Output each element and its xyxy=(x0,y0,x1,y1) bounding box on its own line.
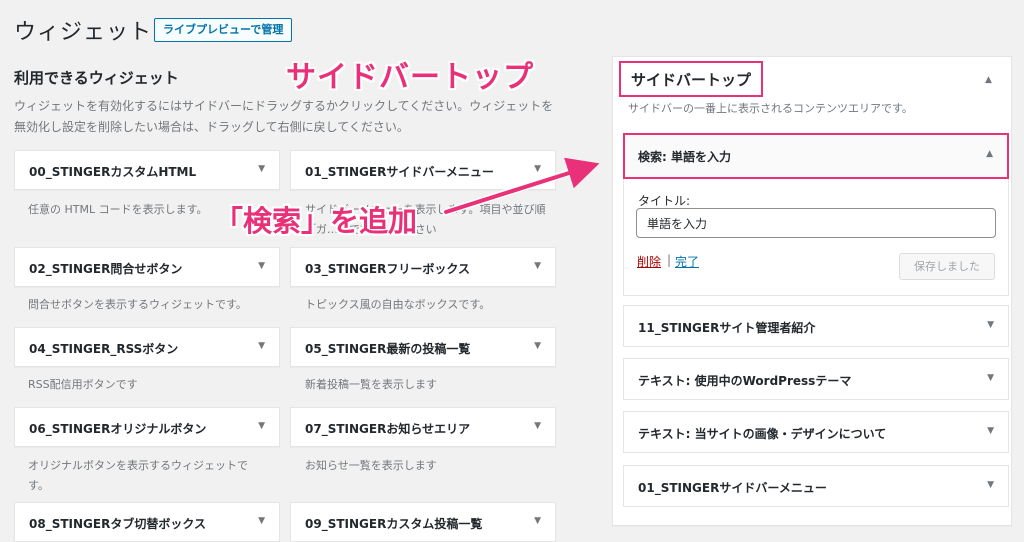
annotation-arrow-icon xyxy=(442,157,600,216)
sidebar-widget[interactable]: テキスト: 使用中のWordPressテーマ ▼ xyxy=(623,358,1009,400)
annotation-add-search: 「検索」を追加 xyxy=(214,204,418,238)
sidebar-description: サイドバーの一番上に表示されるコンテンツエリアです。 xyxy=(628,102,913,115)
sidebar-widget[interactable]: 11_STINGERサイト管理者紹介 ▼ xyxy=(623,305,1009,347)
search-widget-title: 検索: 単語を入力 xyxy=(638,150,731,164)
annotation-sidebar-top: サイドバートップ xyxy=(286,60,534,95)
title-field-label: タイトル: xyxy=(638,194,691,208)
triangle-down-icon[interactable]: ▼ xyxy=(987,320,994,330)
triangle-down-icon[interactable]: ▼ xyxy=(258,421,265,431)
widget-description: お知らせ一覧を表示します xyxy=(305,459,437,472)
sidebar-title[interactable]: サイドバートップ xyxy=(619,61,764,97)
available-widget[interactable]: 04_STINGER_RSSボタン ▼ xyxy=(14,327,280,367)
widget-title: テキスト: 使用中のWordPressテーマ xyxy=(638,374,852,388)
widget-description: オリジナルボタンを表示するウィジェットです。 xyxy=(28,459,248,492)
triangle-down-icon[interactable]: ▼ xyxy=(258,341,265,351)
widget-title: 04_STINGER_RSSボタン xyxy=(29,342,179,356)
available-widget[interactable]: 05_STINGER最新の投稿一覧 ▼ xyxy=(290,327,556,367)
available-widgets-description: ウィジェットを有効化するにはサイドバーにドラッグするかクリックしてください。ウィ… xyxy=(14,99,554,134)
live-preview-button[interactable]: ライブプレビューで管理 xyxy=(154,18,293,42)
widget-title: 03_STINGERフリーボックス xyxy=(305,262,470,276)
triangle-down-icon[interactable]: ▼ xyxy=(534,261,541,271)
sidebar-widget[interactable]: 01_STINGERサイドバーメニュー ▼ xyxy=(623,465,1009,507)
widget-title: 00_STINGERカスタムHTML xyxy=(29,165,197,179)
triangle-up-icon[interactable]: ▲ xyxy=(985,75,992,85)
page-title: ウィジェット xyxy=(14,20,153,45)
widget-title: 11_STINGERサイト管理者紹介 xyxy=(638,321,816,335)
delete-link[interactable]: 削除 xyxy=(637,253,661,270)
triangle-down-icon[interactable]: ▼ xyxy=(987,426,994,436)
triangle-up-icon[interactable]: ▲ xyxy=(986,149,993,159)
available-widgets-title: 利用できるウィジェット xyxy=(14,69,179,87)
widget-title: 08_STINGERタブ切替ボックス xyxy=(29,517,206,531)
triangle-down-icon[interactable]: ▼ xyxy=(534,421,541,431)
widget-title: 09_STINGERカスタム投稿一覧 xyxy=(305,517,483,531)
available-widget[interactable]: 00_STINGERカスタムHTML ▼ xyxy=(14,150,280,190)
triangle-down-icon[interactable]: ▼ xyxy=(534,341,541,351)
widget-title: 06_STINGERオリジナルボタン xyxy=(29,422,207,436)
widget-title: 01_STINGERサイドバーメニュー xyxy=(638,481,827,495)
saved-button[interactable]: 保存しました xyxy=(899,253,995,280)
widget-title: 02_STINGER問合せボタン xyxy=(29,262,183,276)
triangle-down-icon[interactable]: ▼ xyxy=(534,516,541,526)
available-widget[interactable]: 06_STINGERオリジナルボタン ▼ xyxy=(14,407,280,447)
available-widget[interactable]: 02_STINGER問合せボタン ▼ xyxy=(14,247,280,287)
triangle-down-icon[interactable]: ▼ xyxy=(258,261,265,271)
widget-description: 問合せボタンを表示するウィジェットです。 xyxy=(28,298,247,311)
widget-description: RSS配信用ボタンです xyxy=(28,378,138,391)
triangle-down-icon[interactable]: ▼ xyxy=(987,373,994,383)
available-widget[interactable]: 03_STINGERフリーボックス ▼ xyxy=(290,247,556,287)
available-widget[interactable]: 07_STINGERお知らせエリア ▼ xyxy=(290,407,556,447)
done-link[interactable]: 完了 xyxy=(675,253,699,270)
widget-description: 新着投稿一覧を表示します xyxy=(305,378,437,391)
triangle-down-icon[interactable]: ▼ xyxy=(987,480,994,490)
widget-description: トピックス風の自由なボックスです。 xyxy=(305,298,491,311)
sidebar-widget[interactable]: テキスト: 当サイトの画像・デザインについて ▼ xyxy=(623,411,1009,453)
triangle-down-icon[interactable]: ▼ xyxy=(258,516,265,526)
widget-title: 07_STINGERお知らせエリア xyxy=(305,422,471,436)
link-separator: | xyxy=(667,253,672,267)
title-input[interactable] xyxy=(636,208,996,238)
widget-title: テキスト: 当サイトの画像・デザインについて xyxy=(638,427,887,441)
available-widget[interactable]: 08_STINGERタブ切替ボックス ▼ xyxy=(14,502,280,542)
available-widget[interactable]: 09_STINGERカスタム投稿一覧 ▼ xyxy=(290,502,556,542)
search-widget-header[interactable]: 検索: 単語を入力 ▲ xyxy=(623,133,1009,179)
triangle-down-icon[interactable]: ▼ xyxy=(258,164,265,174)
widget-title: 05_STINGER最新の投稿一覧 xyxy=(305,342,471,356)
